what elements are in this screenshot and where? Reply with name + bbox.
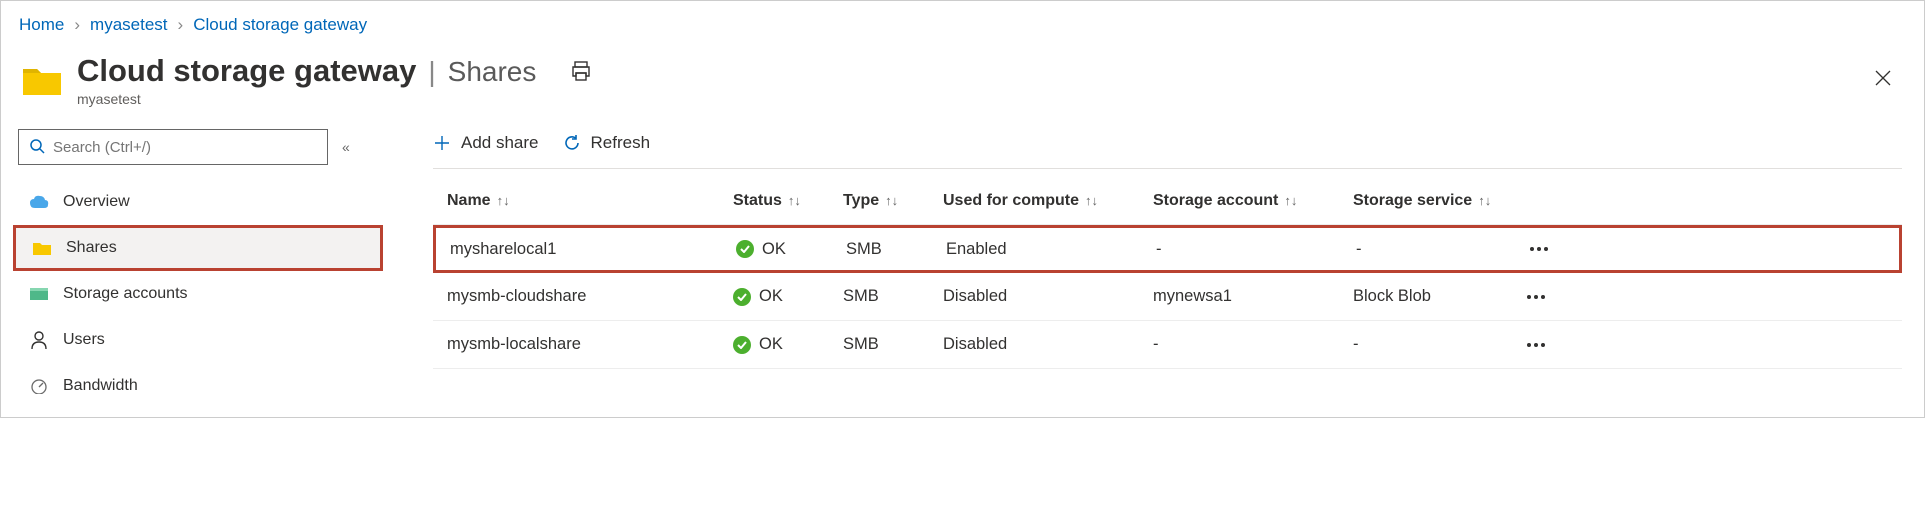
cell-type: SMB bbox=[843, 335, 943, 354]
sidebar-item-label: Storage accounts bbox=[63, 285, 188, 303]
ok-status-icon bbox=[733, 288, 751, 306]
cell-account: - bbox=[1156, 240, 1356, 259]
sidebar-item-label: Users bbox=[63, 331, 105, 349]
cell-name: mysmb-cloudshare bbox=[433, 287, 733, 306]
ok-status-icon bbox=[736, 240, 754, 258]
print-icon[interactable] bbox=[570, 61, 592, 84]
cell-name: mysmb-localshare bbox=[433, 335, 733, 354]
collapse-sidebar-icon[interactable]: « bbox=[342, 139, 350, 155]
cell-service: - bbox=[1353, 335, 1513, 354]
sidebar-item-overview[interactable]: Overview bbox=[13, 179, 383, 225]
cloud-icon bbox=[29, 195, 49, 209]
plus-icon bbox=[433, 134, 451, 152]
page-subtitle: myasetest bbox=[77, 91, 592, 107]
folder-small-icon bbox=[32, 241, 52, 255]
table-row[interactable]: mysmb-localshare OK SMB Disabled - - bbox=[433, 321, 1902, 369]
cell-status: OK bbox=[733, 287, 843, 306]
column-compute[interactable]: Used for compute↑↓ bbox=[943, 192, 1153, 210]
column-service[interactable]: Storage service↑↓ bbox=[1353, 192, 1513, 210]
chevron-right-icon: › bbox=[178, 15, 184, 35]
folder-icon bbox=[23, 65, 61, 95]
command-bar: Add share Refresh bbox=[433, 129, 1902, 169]
sidebar-item-storage-accounts[interactable]: Storage accounts bbox=[13, 271, 383, 317]
chevron-right-icon: › bbox=[74, 15, 80, 35]
gauge-icon bbox=[29, 378, 49, 394]
sidebar-item-label: Shares bbox=[66, 239, 117, 257]
cell-service: - bbox=[1356, 240, 1516, 259]
row-menu-icon[interactable] bbox=[1527, 343, 1553, 347]
close-icon[interactable] bbox=[1864, 63, 1902, 97]
main-content: Add share Refresh Name↑↓ Status↑↓ Type↑↓… bbox=[383, 129, 1912, 409]
sidebar: « Overview Shares Storage accounts bbox=[13, 129, 383, 409]
storage-icon bbox=[29, 287, 49, 301]
sort-icon: ↑↓ bbox=[497, 193, 510, 208]
table-row[interactable]: mysharelocal1 OK SMB Enabled - - bbox=[433, 225, 1902, 273]
search-input[interactable] bbox=[53, 139, 317, 156]
page-header: Cloud storage gateway | Shares myasetest bbox=[13, 49, 1912, 109]
add-share-button[interactable]: Add share bbox=[433, 133, 539, 153]
cell-service: Block Blob bbox=[1353, 287, 1513, 306]
refresh-icon bbox=[563, 134, 581, 152]
sort-icon: ↑↓ bbox=[1284, 193, 1297, 208]
command-label: Refresh bbox=[591, 133, 651, 153]
sidebar-item-users[interactable]: Users bbox=[13, 317, 383, 363]
sidebar-item-shares[interactable]: Shares bbox=[13, 225, 383, 271]
cell-account: - bbox=[1153, 335, 1353, 354]
sort-icon: ↑↓ bbox=[885, 193, 898, 208]
sidebar-item-label: Bandwidth bbox=[63, 377, 138, 395]
breadcrumb: Home › myasetest › Cloud storage gateway bbox=[13, 11, 1912, 49]
sort-icon: ↑↓ bbox=[1085, 193, 1098, 208]
page-section: Shares bbox=[448, 56, 537, 88]
command-label: Add share bbox=[461, 133, 539, 153]
cell-compute: Enabled bbox=[946, 240, 1156, 259]
column-type[interactable]: Type↑↓ bbox=[843, 192, 943, 210]
sort-icon: ↑↓ bbox=[788, 193, 801, 208]
column-account[interactable]: Storage account↑↓ bbox=[1153, 192, 1353, 210]
page-title: Cloud storage gateway bbox=[77, 53, 416, 89]
cell-name: mysharelocal1 bbox=[436, 240, 736, 259]
sidebar-item-bandwidth[interactable]: Bandwidth bbox=[13, 363, 383, 409]
shares-table: Name↑↓ Status↑↓ Type↑↓ Used for compute↑… bbox=[433, 177, 1902, 369]
table-row[interactable]: mysmb-cloudshare OK SMB Disabled mynewsa… bbox=[433, 273, 1902, 321]
user-icon bbox=[29, 331, 49, 349]
cell-status: OK bbox=[736, 240, 846, 259]
cell-status: OK bbox=[733, 335, 843, 354]
search-icon bbox=[29, 138, 45, 157]
breadcrumb-resource[interactable]: myasetest bbox=[90, 15, 167, 35]
ok-status-icon bbox=[733, 336, 751, 354]
sort-icon: ↑↓ bbox=[1478, 193, 1491, 208]
column-name[interactable]: Name↑↓ bbox=[433, 192, 733, 210]
title-divider: | bbox=[426, 56, 437, 88]
table-header-row: Name↑↓ Status↑↓ Type↑↓ Used for compute↑… bbox=[433, 177, 1902, 225]
column-status[interactable]: Status↑↓ bbox=[733, 192, 843, 210]
row-menu-icon[interactable] bbox=[1527, 295, 1553, 299]
search-box[interactable] bbox=[18, 129, 328, 165]
breadcrumb-current[interactable]: Cloud storage gateway bbox=[193, 15, 367, 35]
cell-compute: Disabled bbox=[943, 335, 1153, 354]
cell-compute: Disabled bbox=[943, 287, 1153, 306]
cell-type: SMB bbox=[843, 287, 943, 306]
sidebar-item-label: Overview bbox=[63, 193, 130, 211]
row-menu-icon[interactable] bbox=[1530, 247, 1556, 251]
cell-account: mynewsa1 bbox=[1153, 287, 1353, 306]
cell-type: SMB bbox=[846, 240, 946, 259]
refresh-button[interactable]: Refresh bbox=[563, 133, 651, 153]
breadcrumb-home[interactable]: Home bbox=[19, 15, 64, 35]
